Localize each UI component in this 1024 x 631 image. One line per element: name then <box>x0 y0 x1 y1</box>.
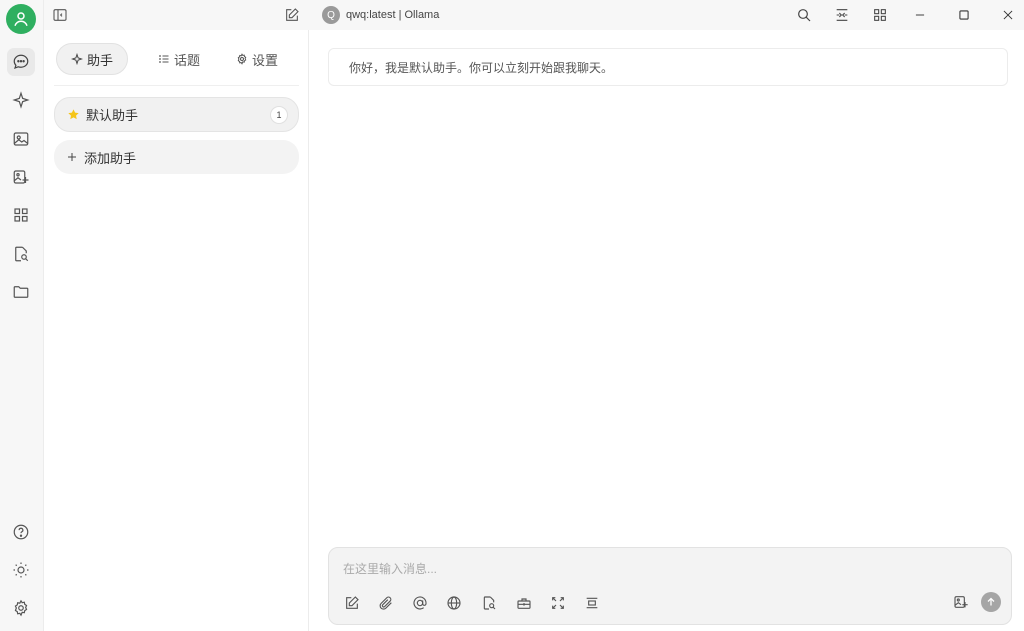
message-input[interactable] <box>343 558 993 580</box>
search-button[interactable] <box>794 5 814 25</box>
send-button[interactable] <box>981 592 1001 612</box>
doc-search-icon <box>15 246 29 262</box>
rail-files-button[interactable] <box>7 278 35 306</box>
assistant-label: 默认助手 <box>86 108 139 123</box>
clear-context-button[interactable] <box>581 592 603 614</box>
grid-icon <box>874 9 886 21</box>
tab-topics[interactable]: 话题 <box>144 43 214 75</box>
tab-settings[interactable]: 设置 <box>222 43 292 75</box>
image-edit-icon <box>13 170 29 184</box>
rail-images-button[interactable] <box>7 125 35 153</box>
add-assistant-label: 添加助手 <box>84 150 137 166</box>
maximize-icon <box>959 10 969 20</box>
rail-help-button[interactable] <box>7 518 35 546</box>
sparkle-icon <box>12 91 30 109</box>
minimize-icon <box>915 14 925 16</box>
close-icon <box>1003 10 1013 20</box>
rail-theme-button[interactable] <box>7 556 35 584</box>
new-topic-tool-button[interactable] <box>341 592 363 614</box>
expand-icon <box>552 597 564 609</box>
search-icon <box>798 9 811 22</box>
gear-icon <box>237 53 247 65</box>
expand-button[interactable] <box>547 592 569 614</box>
image-icon <box>13 132 29 146</box>
add-assistant-button[interactable]: 添加助手 <box>54 140 299 174</box>
sun-icon <box>13 562 29 578</box>
assistants-panel: 助手 话题 设置 默认助手 1 添加助手 <box>44 30 309 631</box>
mention-button[interactable] <box>409 592 431 614</box>
user-avatar[interactable] <box>6 4 36 34</box>
web-search-button[interactable] <box>443 592 465 614</box>
at-icon <box>413 596 427 610</box>
attach-button[interactable] <box>375 592 397 614</box>
chat-bubble-icon <box>13 54 29 69</box>
narrow-mode-icon <box>836 9 848 21</box>
chat-area: 你好，我是默认助手。你可以立刻开始跟我聊天。 <box>310 30 1024 631</box>
toolbox-icon <box>517 598 531 609</box>
help-icon <box>13 524 29 540</box>
rail-settings-button[interactable] <box>7 594 35 622</box>
image-edit-icon <box>954 596 968 608</box>
message-composer <box>328 547 1012 625</box>
clear-icon <box>586 597 598 609</box>
tab-label: 助手 <box>87 52 114 68</box>
folder-icon <box>13 286 29 298</box>
paperclip-icon <box>379 596 392 610</box>
model-selector[interactable]: Q qwq:latest | Ollama <box>322 5 439 25</box>
tab-assistants[interactable]: 助手 <box>56 43 129 75</box>
doc-search-icon <box>483 596 496 610</box>
layout-button[interactable] <box>870 5 890 25</box>
list-icon <box>159 55 169 63</box>
close-button[interactable] <box>998 5 1018 25</box>
globe-icon <box>447 596 461 610</box>
new-topic-button[interactable] <box>282 5 302 25</box>
toggle-sidebar-button[interactable] <box>50 5 70 25</box>
sparkle-icon <box>71 53 83 65</box>
narrow-mode-button[interactable] <box>832 5 852 25</box>
rail-chat-button[interactable] <box>7 48 35 76</box>
knowledge-base-button[interactable] <box>478 592 500 614</box>
gear-icon <box>14 599 28 617</box>
title-bar: Q qwq:latest | Ollama <box>44 0 1024 30</box>
topic-count-badge: 1 <box>270 105 288 124</box>
grid-icon <box>14 208 28 222</box>
edit-icon <box>286 8 299 21</box>
rail-image-edit-button[interactable] <box>7 163 35 191</box>
rail-agents-button[interactable] <box>7 86 35 114</box>
toolbox-button[interactable] <box>513 592 535 614</box>
tab-label: 设置 <box>252 52 279 68</box>
welcome-message: 你好，我是默认助手。你可以立刻开始跟我聊天。 <box>328 48 1008 86</box>
tab-label: 话题 <box>174 52 201 68</box>
icon-rail <box>0 0 44 631</box>
arrow-up-icon <box>987 597 995 606</box>
plus-icon <box>68 153 76 161</box>
model-logo-icon: Q <box>322 6 340 24</box>
edit-icon <box>346 596 359 609</box>
minimize-button[interactable] <box>910 5 930 25</box>
tabs-divider <box>54 85 299 86</box>
app-window: Q qwq:latest | Ollama 助手 话题 设置 默认助手 1 添加… <box>0 0 1024 631</box>
model-name: qwq:latest | Ollama <box>346 9 440 21</box>
panel-tabs: 助手 话题 设置 <box>44 43 309 75</box>
user-icon <box>14 12 28 27</box>
maximize-button[interactable] <box>954 5 974 25</box>
sidebar-toggle-icon <box>53 9 67 21</box>
image-gen-button[interactable] <box>951 592 971 612</box>
assistant-item-default[interactable]: 默认助手 1 <box>54 97 299 132</box>
star-icon <box>68 109 79 120</box>
rail-knowledge-button[interactable] <box>7 240 35 268</box>
rail-apps-button[interactable] <box>7 201 35 229</box>
